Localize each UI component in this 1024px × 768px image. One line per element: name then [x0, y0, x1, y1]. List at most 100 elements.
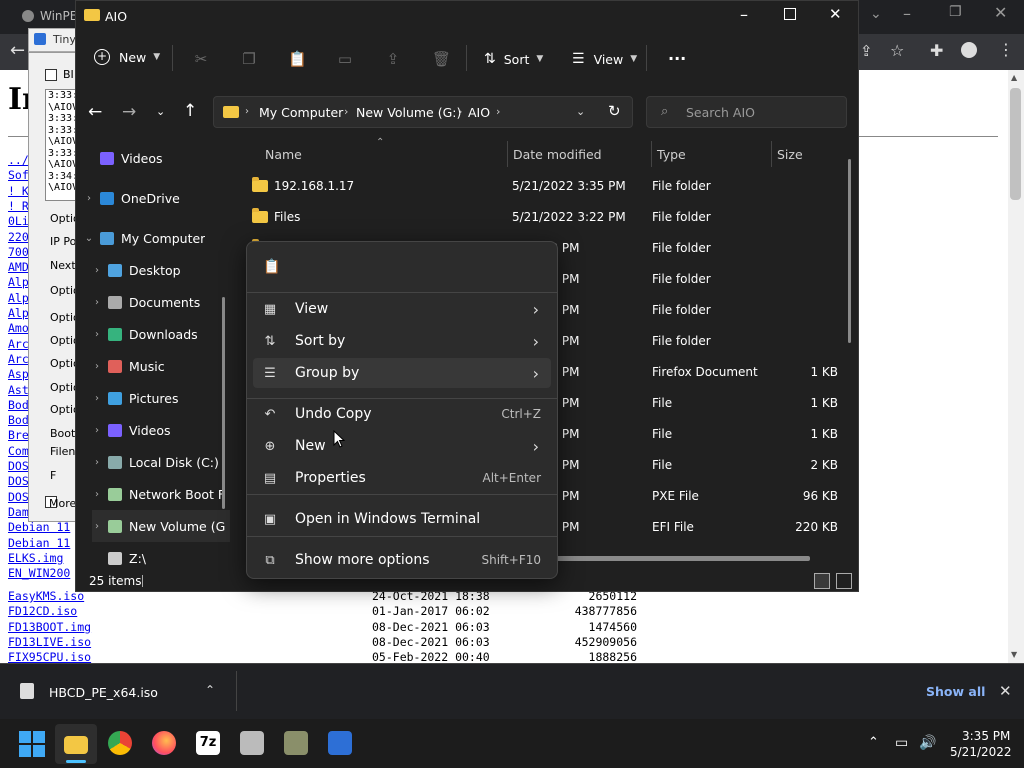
back-icon[interactable]: ← — [88, 102, 102, 122]
new-button[interactable]: + New ▼ — [94, 49, 160, 65]
breadcrumb-my-computer[interactable]: My Computer — [259, 105, 343, 120]
directory-link[interactable]: Alp — [8, 306, 29, 320]
file-list-scrollbar[interactable] — [848, 159, 851, 343]
menu-item-show-more-options[interactable]: ⧉ Show more options Shift+F10 — [253, 545, 551, 575]
column-date[interactable]: Date modified — [513, 147, 602, 162]
directory-link[interactable]: Bre — [8, 428, 29, 442]
more-button[interactable]: More — [49, 497, 76, 510]
column-size[interactable]: Size — [777, 147, 803, 162]
column-type[interactable]: Type — [657, 147, 686, 162]
directory-link[interactable]: 700 — [8, 245, 29, 259]
close-icon[interactable]: ✕ — [829, 5, 842, 23]
page-scroll-thumb[interactable] — [1010, 88, 1021, 200]
view-button[interactable]: ☰ View ▼ — [572, 51, 637, 67]
directory-link[interactable]: Bod — [8, 398, 29, 412]
forward-icon[interactable]: → — [122, 102, 136, 122]
directory-link[interactable]: 220 — [8, 230, 29, 244]
directory-link[interactable]: EN_WIN200 — [8, 566, 70, 580]
tiles-view-icon[interactable] — [836, 573, 852, 589]
chevron-right-icon[interactable]: › — [92, 489, 102, 500]
directory-link[interactable]: Debian 11 — [8, 536, 70, 550]
menu-item-new[interactable]: ⊕ New › — [253, 431, 551, 461]
nav-documents[interactable]: › Documents — [92, 286, 242, 318]
directory-link[interactable]: Amo — [8, 321, 29, 335]
sort-button[interactable]: ⇅ Sort ▼ — [484, 51, 543, 67]
up-icon[interactable]: ↑ — [183, 101, 197, 121]
paste-icon[interactable]: 📋 — [263, 259, 280, 275]
directory-link[interactable]: ! K — [8, 184, 29, 198]
file-row[interactable]: Files 5/21/2022 3:22 PM File folder — [252, 201, 852, 232]
extensions-icon[interactable]: ✚ — [930, 41, 943, 60]
directory-link[interactable]: 0Li — [8, 214, 29, 228]
file-explorer-taskbar-icon[interactable] — [64, 736, 88, 754]
chevron-down-icon[interactable]: ⌄ — [84, 233, 94, 244]
scroll-down-icon[interactable]: ▼ — [1011, 650, 1017, 659]
nav-new-volume[interactable]: › New Volume (G — [92, 510, 230, 542]
directory-link[interactable]: Alp — [8, 291, 29, 305]
bind-checkbox[interactable] — [45, 69, 57, 81]
copy-icon[interactable]: ❐ — [240, 51, 258, 67]
directory-link[interactable]: DOS — [8, 474, 29, 488]
refresh-icon[interactable]: ↻ — [608, 102, 621, 120]
directory-link[interactable]: Bod — [8, 413, 29, 427]
browser-minimize-icon[interactable]: – — [903, 4, 911, 23]
listing-name-link[interactable]: FD13LIVE.iso — [8, 635, 91, 649]
tab-search-chevron-icon[interactable]: ⌄ — [870, 6, 882, 22]
directory-link[interactable]: Arc — [8, 337, 29, 351]
rename-icon[interactable]: ▭ — [336, 51, 354, 67]
browser-back-icon[interactable]: ← — [10, 40, 25, 61]
chevron-right-icon[interactable]: › — [92, 297, 102, 308]
show-all-link[interactable]: Show all — [926, 684, 985, 699]
directory-link[interactable]: Arc — [8, 352, 29, 366]
nav-pictures[interactable]: › Pictures — [92, 382, 242, 414]
drive-app-taskbar-icon[interactable] — [240, 731, 264, 755]
share-icon[interactable]: ⇪ — [860, 42, 873, 60]
chevron-right-icon[interactable]: › — [92, 425, 102, 436]
start-icon[interactable] — [19, 731, 45, 757]
share-icon[interactable]: ⇪ — [384, 51, 402, 67]
directory-link[interactable]: Ast — [8, 383, 29, 397]
nav-pane-scrollbar[interactable] — [222, 297, 225, 509]
recent-locations-icon[interactable]: ⌄ — [156, 105, 165, 118]
nav-network-boot[interactable]: › Network Boot F — [92, 478, 242, 510]
scroll-up-icon[interactable]: ▲ — [1011, 73, 1017, 82]
search-box[interactable]: ⌕ Search AIO — [646, 96, 847, 128]
breadcrumb-new-volume[interactable]: New Volume (G:) — [356, 105, 461, 120]
file-row[interactable]: 192.168.1.17 5/21/2022 3:35 PM File folder — [252, 170, 852, 201]
chevron-right-icon[interactable]: › — [92, 361, 102, 372]
listing-name-link[interactable]: EasyKMS.iso — [8, 589, 84, 603]
nav-videos[interactable]: › Videos — [92, 414, 242, 446]
listing-name-link[interactable]: FD13BOOT.img — [8, 620, 91, 634]
menu-item-view[interactable]: ▦ View › — [253, 294, 551, 324]
directory-link[interactable]: DOS — [8, 459, 29, 473]
directory-link[interactable]: ../ — [8, 153, 29, 167]
directory-link[interactable]: Sof — [8, 168, 29, 182]
7zip-taskbar-icon[interactable]: 7z — [196, 731, 220, 755]
directory-link[interactable]: AMD — [8, 260, 29, 274]
directory-link[interactable]: Com — [8, 444, 29, 458]
menu-item-properties[interactable]: ▤ Properties Alt+Enter — [253, 463, 551, 493]
nav-videos[interactable]: Videos — [84, 142, 234, 174]
firefox-taskbar-icon[interactable] — [152, 731, 176, 755]
browser-restore-icon[interactable]: ❐ — [949, 4, 962, 20]
column-name[interactable]: Name — [265, 147, 302, 162]
more-options-button[interactable]: ··· — [668, 49, 686, 68]
show-hidden-icons-icon[interactable]: ⌃ — [868, 735, 879, 750]
nav-z-drive[interactable]: Z:\ — [92, 542, 242, 574]
directory-link[interactable]: Asp — [8, 367, 29, 381]
chevron-right-icon[interactable]: › — [92, 265, 102, 276]
chevron-right-icon[interactable]: › — [84, 193, 94, 204]
directory-link[interactable]: Alp — [8, 275, 29, 289]
directory-link[interactable]: Debian 11 — [8, 520, 70, 534]
browser-menu-icon[interactable]: ⋮ — [998, 40, 1014, 59]
volume-icon[interactable]: 🔊 — [919, 735, 936, 751]
paste-icon[interactable]: 📋 — [288, 51, 307, 67]
nav-my-computer[interactable]: ⌄ My Computer — [84, 222, 234, 254]
download-filename[interactable]: HBCD_PE_x64.iso — [49, 685, 158, 700]
download-options-icon[interactable]: ⌃ — [205, 683, 215, 697]
clock-date[interactable]: 5/21/2022 — [950, 745, 1012, 759]
bookmark-star-icon[interactable]: ☆ — [890, 41, 904, 60]
profile-avatar-icon[interactable] — [961, 42, 977, 58]
menu-item-group-by[interactable]: ☰ Group by › — [253, 358, 551, 388]
browser-close-icon[interactable]: ✕ — [994, 3, 1007, 22]
